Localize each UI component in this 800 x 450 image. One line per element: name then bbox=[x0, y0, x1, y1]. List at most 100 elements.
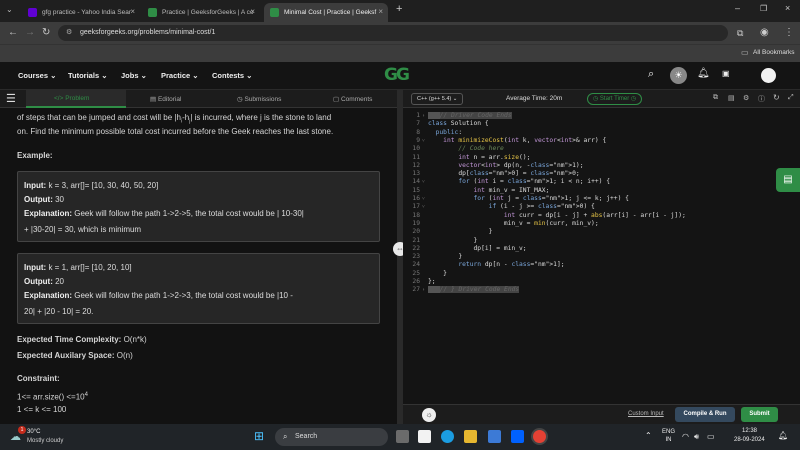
store-app-icon[interactable] bbox=[488, 430, 501, 443]
copy-icon[interactable]: ⧉ bbox=[713, 94, 718, 102]
code-text: } bbox=[428, 269, 447, 277]
new-tab-button[interactable]: + bbox=[396, 3, 402, 15]
reset-icon[interactable]: ↻ bbox=[773, 93, 780, 102]
code-line[interactable]: 21 } bbox=[403, 237, 800, 245]
fullscreen-icon[interactable]: ⤢ bbox=[788, 94, 794, 102]
code-line[interactable]: 1 › // Driver Code Ends bbox=[403, 112, 800, 120]
clock-time[interactable]: 12:38 bbox=[742, 428, 757, 434]
code-line[interactable]: 10 // Code here bbox=[403, 145, 800, 153]
code-line[interactable]: 14 ˅ for (int i = class="nm">1; i < n; i+… bbox=[403, 178, 800, 186]
info-icon[interactable]: ⓘ bbox=[758, 94, 765, 104]
code-line[interactable]: 25 } bbox=[403, 270, 800, 278]
chrome-browser-icon[interactable] bbox=[533, 430, 546, 443]
custom-input-link[interactable]: Custom Input bbox=[628, 411, 664, 417]
site-info-icon[interactable]: ⚙ bbox=[66, 25, 72, 41]
start-timer-button[interactable]: ◷ Start Timer ◷ bbox=[587, 93, 643, 105]
volume-icon[interactable]: 🔊︎ bbox=[694, 432, 699, 442]
hamburger-menu-icon[interactable]: ☰ bbox=[6, 92, 16, 105]
code-editor[interactable]: 1 › // Driver Code Ends 7 class Solution {8… bbox=[403, 108, 800, 404]
start-button-icon[interactable]: ⊞ bbox=[254, 430, 264, 442]
tab-comments[interactable]: ▢ Comments bbox=[333, 95, 372, 103]
battery-icon[interactable]: ▭ bbox=[707, 432, 715, 441]
close-window-icon[interactable]: × bbox=[785, 3, 790, 13]
taskbar-search[interactable]: Search bbox=[275, 428, 388, 446]
browser-tab-practice[interactable]: Practice | GeeksforGeeks | A co × bbox=[142, 3, 260, 22]
notification-bell-icon[interactable]: 🔔︎ bbox=[697, 68, 710, 79]
line-number: 19 bbox=[412, 219, 420, 227]
fold-chevron-icon[interactable]: ˅ bbox=[422, 195, 425, 203]
nav-jobs[interactable]: Jobs ⌄ bbox=[121, 71, 147, 80]
edge-browser-icon[interactable] bbox=[441, 430, 454, 443]
language-select[interactable]: C++ (g++ 5.4) ⌄ bbox=[411, 93, 464, 105]
code-text: int min_v = INT_MAX; bbox=[473, 186, 550, 194]
close-tab-icon[interactable]: × bbox=[130, 7, 135, 16]
compile-run-button[interactable]: Compile & Run bbox=[675, 407, 735, 422]
code-line[interactable]: 9 ˅ int minimizeCost(int k, vector<int>& … bbox=[403, 137, 800, 145]
avatar[interactable] bbox=[761, 68, 776, 83]
language-indicator[interactable]: ENG IN bbox=[662, 428, 675, 444]
chat-feedback-icon[interactable]: ▤ bbox=[776, 168, 800, 192]
language-icon[interactable]: ▣ bbox=[722, 69, 730, 78]
wifi-icon[interactable]: ◠ bbox=[682, 432, 689, 441]
fold-chevron-icon[interactable]: ˅ bbox=[422, 137, 425, 145]
code-line[interactable]: 11 int n = arr.size(); bbox=[403, 154, 800, 162]
constraint-line: 1 <= k <= 100 bbox=[17, 405, 67, 414]
tab-submissions[interactable]: ◷ Submissions bbox=[237, 95, 281, 103]
code-line[interactable]: 20 } bbox=[403, 228, 800, 236]
nav-tutorials[interactable]: Tutorials ⌄ bbox=[68, 71, 108, 80]
nav-contests[interactable]: Contests ⌄ bbox=[212, 71, 252, 80]
code-line[interactable]: 13 dp[class="nm">0] = class="nm">0; bbox=[403, 170, 800, 178]
code-line[interactable]: 17 ˅ if (i - j >= class="nm">0) { bbox=[403, 203, 800, 211]
reload-icon[interactable]: ↻ bbox=[42, 27, 50, 39]
code-line[interactable]: 18 int curr = dp[i - j] + abs(arr[i] - a… bbox=[403, 212, 800, 220]
task-view-icon[interactable] bbox=[396, 430, 409, 443]
fold-chevron-icon[interactable]: ˅ bbox=[422, 178, 425, 186]
code-line[interactable]: 12 vector<int> dp(n, -class="nm">1); bbox=[403, 162, 800, 170]
nav-courses[interactable]: Courses ⌄ bbox=[18, 71, 56, 80]
restore-window-icon[interactable]: ❐ bbox=[760, 4, 767, 13]
amazon-app-icon[interactable] bbox=[418, 430, 431, 443]
fold-chevron-icon[interactable]: › bbox=[422, 112, 425, 120]
all-bookmarks-link[interactable]: All Bookmarks bbox=[753, 49, 795, 56]
code-line[interactable]: 8 public: bbox=[403, 129, 800, 137]
code-line[interactable]: 19 min_v = min(curr, min_v); bbox=[403, 220, 800, 228]
browser-menu-icon[interactable]: ⋮ bbox=[784, 27, 794, 39]
code-line[interactable]: 16 ˅ for (int j = class="nm">1; j <= k; j… bbox=[403, 195, 800, 203]
code-line[interactable]: 7 class Solution { bbox=[403, 120, 800, 128]
notifications-icon[interactable]: 🔔︎ bbox=[778, 431, 788, 440]
submit-button[interactable]: Submit bbox=[741, 407, 778, 422]
back-arrow-icon[interactable]: ← bbox=[8, 27, 18, 39]
code-line[interactable]: 24 return dp[n - class="nm">1]; bbox=[403, 261, 800, 269]
tab-editorial[interactable]: ▤ Editorial bbox=[150, 95, 181, 103]
theme-toggle-icon[interactable]: ☀ bbox=[670, 67, 687, 84]
browser-tab-minimal-cost[interactable]: Minimal Cost | Practice | Geeksf × bbox=[264, 3, 388, 22]
address-bar[interactable]: ⚙ geeksforgeeks.org/problems/minimal-cos… bbox=[58, 25, 728, 41]
gfg-logo[interactable]: GG bbox=[384, 65, 410, 85]
profile-icon[interactable]: ◉ bbox=[760, 27, 769, 39]
fold-chevron-icon[interactable]: › bbox=[422, 286, 425, 294]
code-line[interactable]: 15 int min_v = INT_MAX; bbox=[403, 187, 800, 195]
code-line[interactable]: 23 } bbox=[403, 253, 800, 261]
browser-tab-yahoo[interactable]: gfg practice - Yahoo India Sear × bbox=[22, 3, 140, 22]
minimize-window-icon[interactable]: – bbox=[735, 3, 740, 13]
close-tab-icon[interactable]: × bbox=[250, 7, 255, 16]
code-text: // Driver Code Ends bbox=[428, 112, 512, 120]
close-tab-icon[interactable]: × bbox=[378, 7, 383, 16]
code-line[interactable]: 22 dp[i] = min_v; bbox=[403, 245, 800, 253]
forward-arrow-icon[interactable]: → bbox=[25, 27, 35, 39]
tab-search-icon[interactable]: ⌄ bbox=[6, 5, 13, 14]
paste-icon[interactable]: ▤ bbox=[728, 94, 735, 102]
settings-icon[interactable]: ⚙ bbox=[743, 94, 749, 102]
file-explorer-icon[interactable] bbox=[464, 430, 477, 443]
theme-bulb-icon[interactable]: ☼ bbox=[422, 408, 436, 422]
dropbox-icon[interactable] bbox=[511, 430, 524, 443]
search-icon[interactable]: ⌕ bbox=[648, 68, 654, 81]
code-line[interactable]: 26}; bbox=[403, 278, 800, 286]
clock-date[interactable]: 28-09-2024 bbox=[734, 437, 765, 443]
nav-practice[interactable]: Practice ⌄ bbox=[161, 71, 199, 80]
chevron-up-icon[interactable]: ⌃ bbox=[645, 431, 652, 440]
fold-chevron-icon[interactable]: ˅ bbox=[422, 203, 425, 211]
code-line[interactable]: 27 › // } Driver Code Ends bbox=[403, 286, 800, 294]
code-text: return dp[n - class="nm">1]; bbox=[458, 261, 565, 269]
extensions-icon[interactable]: ⧉ bbox=[737, 27, 743, 39]
